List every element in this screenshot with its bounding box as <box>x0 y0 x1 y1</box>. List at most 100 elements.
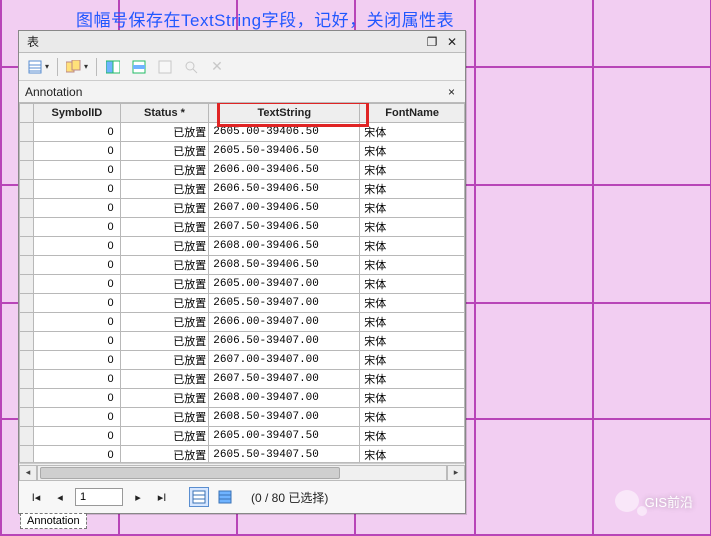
row-selector[interactable] <box>20 180 34 199</box>
cell-status: 已放置 <box>120 123 209 142</box>
cell-textstring: 2605.50-39407.00 <box>209 294 360 313</box>
related-tables-button[interactable]: ▾ <box>64 57 90 77</box>
scroll-thumb[interactable] <box>40 467 340 479</box>
cell-textstring: 2607.50-39407.00 <box>209 370 360 389</box>
last-record-button[interactable]: ▸I <box>153 488 171 506</box>
row-selector[interactable] <box>20 389 34 408</box>
table-row[interactable]: 0已放置2607.00-39407.00宋体 <box>20 351 465 370</box>
cell-symbolid: 0 <box>34 218 121 237</box>
row-selector[interactable] <box>20 237 34 256</box>
row-selector[interactable] <box>20 370 34 389</box>
cell-textstring: 2607.00-39406.50 <box>209 199 360 218</box>
table-row[interactable]: 0已放置2607.50-39407.00宋体 <box>20 370 465 389</box>
cell-fontname: 宋体 <box>360 313 465 332</box>
current-record-input[interactable]: 1 <box>75 488 123 506</box>
table-row[interactable]: 0已放置2605.00-39406.50宋体 <box>20 123 465 142</box>
delete-selected-button: ✕ <box>207 57 227 77</box>
cell-status: 已放置 <box>120 180 209 199</box>
table-row[interactable]: 0已放置2608.00-39407.00宋体 <box>20 389 465 408</box>
cell-status: 已放置 <box>120 142 209 161</box>
row-selector[interactable] <box>20 313 34 332</box>
column-header-symbolid[interactable]: SymbolID <box>34 104 121 123</box>
cell-textstring: 2606.00-39407.00 <box>209 313 360 332</box>
cell-textstring: 2605.00-39406.50 <box>209 123 360 142</box>
scroll-left-button[interactable]: ◂ <box>19 465 37 481</box>
cell-textstring: 2606.50-39406.50 <box>209 180 360 199</box>
table-row[interactable]: 0已放置2605.50-39406.50宋体 <box>20 142 465 161</box>
show-all-records-button[interactable] <box>189 487 209 507</box>
row-selector[interactable] <box>20 123 34 142</box>
cell-fontname: 宋体 <box>360 408 465 427</box>
show-selected-icon <box>218 490 232 504</box>
row-selector[interactable] <box>20 161 34 180</box>
cell-symbolid: 0 <box>34 408 121 427</box>
horizontal-scrollbar[interactable]: ◂ ▸ <box>19 463 465 481</box>
row-selector[interactable] <box>20 199 34 218</box>
cell-status: 已放置 <box>120 408 209 427</box>
cell-symbolid: 0 <box>34 389 121 408</box>
show-all-icon <box>192 490 206 504</box>
cell-fontname: 宋体 <box>360 123 465 142</box>
prev-record-button[interactable]: ◂ <box>51 488 69 506</box>
table-row[interactable]: 0已放置2607.00-39406.50宋体 <box>20 199 465 218</box>
column-header-fontname[interactable]: FontName <box>360 104 465 123</box>
row-selector[interactable] <box>20 408 34 427</box>
cell-status: 已放置 <box>120 332 209 351</box>
table-row[interactable]: 0已放置2606.50-39407.00宋体 <box>20 332 465 351</box>
table-row[interactable]: 0已放置2607.50-39406.50宋体 <box>20 218 465 237</box>
cell-fontname: 宋体 <box>360 351 465 370</box>
table-row[interactable]: 0已放置2606.00-39407.00宋体 <box>20 313 465 332</box>
cell-fontname: 宋体 <box>360 161 465 180</box>
watermark: GIS前沿 <box>615 490 693 512</box>
table-row[interactable]: 0已放置2608.50-39406.50宋体 <box>20 256 465 275</box>
close-button[interactable]: ✕ <box>443 34 461 50</box>
table-row[interactable]: 0已放置2605.00-39407.50宋体 <box>20 427 465 446</box>
row-selector[interactable] <box>20 218 34 237</box>
next-record-button[interactable]: ▸ <box>129 488 147 506</box>
cell-status: 已放置 <box>120 294 209 313</box>
cell-symbolid: 0 <box>34 294 121 313</box>
show-selected-records-button[interactable] <box>215 487 235 507</box>
row-selector[interactable] <box>20 446 34 464</box>
first-record-button[interactable]: I◂ <box>27 488 45 506</box>
column-header-status[interactable]: Status * <box>120 104 209 123</box>
table-row[interactable]: 0已放置2605.00-39407.00宋体 <box>20 275 465 294</box>
cell-symbolid: 0 <box>34 370 121 389</box>
table-row[interactable]: 0已放置2608.50-39407.00宋体 <box>20 408 465 427</box>
row-selector[interactable] <box>20 275 34 294</box>
sheet-tab[interactable]: Annotation <box>20 513 87 529</box>
cell-fontname: 宋体 <box>360 370 465 389</box>
restore-button[interactable]: ❐ <box>423 34 441 50</box>
column-header-textstring[interactable]: TextString <box>209 104 360 123</box>
row-selector-header[interactable] <box>20 104 34 123</box>
dropdown-arrow-icon: ▾ <box>45 62 49 71</box>
table-row[interactable]: 0已放置2605.50-39407.00宋体 <box>20 294 465 313</box>
row-selector[interactable] <box>20 256 34 275</box>
layer-bar-close-button[interactable]: × <box>444 85 459 99</box>
table-row[interactable]: 0已放置2605.50-39407.50宋体 <box>20 446 465 464</box>
select-by-attributes-button[interactable] <box>103 57 123 77</box>
table-options-button[interactable]: ▾ <box>25 57 51 77</box>
cell-status: 已放置 <box>120 389 209 408</box>
cell-symbolid: 0 <box>34 256 121 275</box>
cell-textstring: 2605.50-39407.50 <box>209 446 360 464</box>
titlebar: 表 ❐ ✕ <box>19 31 465 53</box>
scroll-track[interactable] <box>37 465 447 481</box>
row-selector[interactable] <box>20 427 34 446</box>
row-selector[interactable] <box>20 351 34 370</box>
row-selector[interactable] <box>20 294 34 313</box>
switch-selection-button[interactable] <box>129 57 149 77</box>
row-selector[interactable] <box>20 142 34 161</box>
toolbar: ▾ ▾ ✕ <box>19 53 465 81</box>
watermark-text: GIS前沿 <box>645 492 693 511</box>
zoom-selected-button <box>181 57 201 77</box>
clear-selection-button <box>155 57 175 77</box>
scroll-right-button[interactable]: ▸ <box>447 465 465 481</box>
table-row[interactable]: 0已放置2606.00-39406.50宋体 <box>20 161 465 180</box>
row-selector[interactable] <box>20 332 34 351</box>
cell-fontname: 宋体 <box>360 446 465 464</box>
table-row[interactable]: 0已放置2606.50-39406.50宋体 <box>20 180 465 199</box>
attribute-table-window: 表 ❐ ✕ ▾ ▾ ✕ Annotati <box>18 30 466 514</box>
cell-fontname: 宋体 <box>360 237 465 256</box>
table-row[interactable]: 0已放置2608.00-39406.50宋体 <box>20 237 465 256</box>
